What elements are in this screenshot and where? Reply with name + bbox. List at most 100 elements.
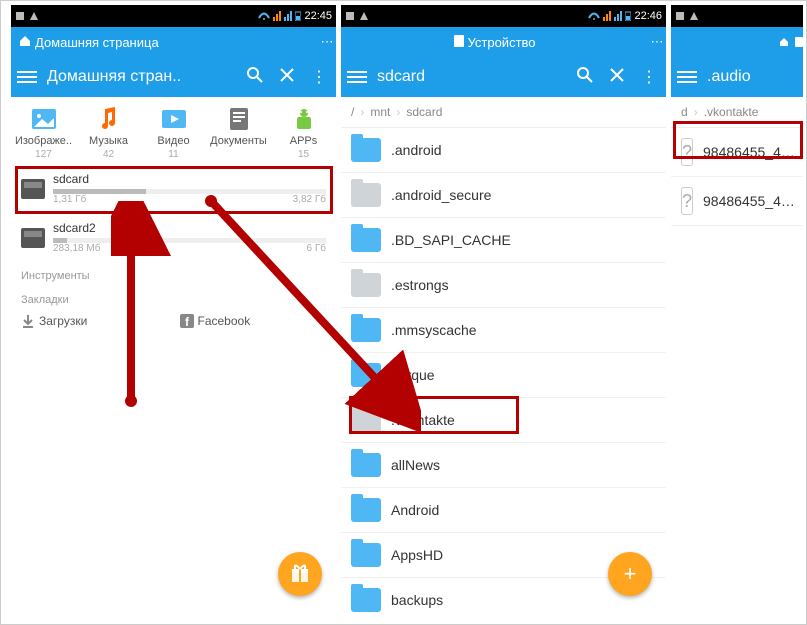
overflow-icon[interactable]: ⋮ [308,67,330,87]
storage-sdcard[interactable]: sdcard 1,31 Гб 3,82 Гб [11,164,336,213]
menu-icon[interactable] [17,71,37,83]
cat-video[interactable]: Видео 11 [141,105,206,160]
cat-count: 42 [76,149,141,160]
fab-add[interactable]: + [608,552,652,596]
folder-name: .BD_SAPI_CACHE [391,232,511,248]
crumb[interactable]: mnt [364,103,396,121]
cat-count: 15 [271,149,336,160]
page-title: Домашняя стран.. [47,68,234,86]
list-item[interactable]: .android [341,128,666,173]
page-title: .audio [707,68,797,86]
crumb[interactable]: / [345,103,360,121]
toolbar: sdcard ⋮ [341,57,666,97]
list-item[interactable]: .torque [341,353,666,398]
toolbar: .audio [671,57,803,97]
cat-label: APPs [271,135,336,147]
storage-name: sdcard2 [53,221,326,235]
crumb[interactable]: d [675,103,694,121]
folder-icon [351,363,381,387]
folder-icon [351,138,381,162]
storage-sdcard2[interactable]: sdcard2 283,18 Мб 6 Гб [11,213,336,262]
wifi-icon [258,11,270,21]
sdcard-icon [21,228,45,248]
list-item[interactable]: allNews [341,443,666,488]
folder-name: .torque [391,367,435,383]
device-icon [454,35,464,50]
home-icon [19,35,31,50]
folder-icon [351,543,381,567]
overflow-icon[interactable]: ⋮ [638,67,660,87]
tab-bar: Домашняя страница ⋯ [11,27,336,57]
section-tools: Инструменты [11,262,336,286]
cat-count: 11 [141,149,206,160]
sdcard-icon [21,179,45,199]
folder-name: backups [391,592,443,608]
crumb[interactable]: sdcard [400,103,448,121]
close-icon[interactable] [276,67,298,88]
fab-gift[interactable] [278,552,322,596]
toolbar: Домашняя стран.. ⋮ [11,57,336,97]
cat-apps[interactable]: APPs 15 [271,105,336,160]
folder-icon [351,273,381,297]
search-icon[interactable] [574,66,596,89]
breadcrumb: / › mnt › sdcard [341,97,666,128]
bookmark-downloads[interactable]: Загрузки [21,314,168,328]
cat-label: Музыка [76,135,141,147]
folder-icon [351,408,381,432]
folder-icon [351,318,381,342]
file-list: ?98486455_4… ?98486455_4… [671,128,803,226]
panel-audio: .audio d › .vkontakte ?98486455_4… ?9848… [671,5,803,618]
storage-used: 1,31 Гб [53,194,86,205]
list-item[interactable]: Android [341,488,666,533]
list-item[interactable]: ?98486455_4… [671,128,803,177]
device-icon [795,35,803,50]
search-icon[interactable] [244,66,266,89]
unknown-file-icon: ? [681,187,693,215]
close-icon[interactable] [606,67,628,88]
tab-label[interactable]: Устройство [468,35,536,50]
status-bar: 22:45 [11,5,336,27]
folder-icon [351,228,381,252]
category-row: Изображе.. 127 Музыка 42 Видео 11 Докуме… [11,97,336,164]
crumb[interactable]: .vkontakte [698,103,765,121]
tab-label[interactable]: Домашняя страница [35,35,318,50]
cat-music[interactable]: Музыка 42 [76,105,141,160]
storage-used: 283,18 Мб [53,243,100,254]
bookmark-label: Facebook [198,314,251,328]
list-item[interactable]: ?98486455_4… [671,177,803,226]
list-item[interactable]: .android_secure [341,173,666,218]
folder-name: .estrongs [391,277,449,293]
menu-icon[interactable] [677,71,697,83]
status-bar [671,5,803,27]
panel-home: 22:45 Домашняя страница ⋯ Домашняя стран… [11,5,336,618]
page-title: sdcard [377,68,564,86]
tab-more-icon[interactable]: ⋯ [318,34,336,50]
home-icon [779,35,789,50]
menu-icon[interactable] [347,71,367,83]
folder-icon [351,453,381,477]
breadcrumb: d › .vkontakte [671,97,803,128]
signal-icon [273,11,281,21]
list-item[interactable]: .vkontakte [341,398,666,443]
cat-count: 127 [11,149,76,160]
list-item[interactable]: .estrongs [341,263,666,308]
bookmark-label: Загрузки [39,314,87,328]
battery-icon [295,11,301,21]
folder-icon [351,588,381,612]
folder-name: .mmsyscache [391,322,477,338]
storage-total: 3,82 Гб [293,194,326,205]
tab-bar [671,27,803,57]
folder-name: .android_secure [391,187,491,203]
unknown-file-icon: ? [681,138,693,166]
bookmark-facebook[interactable]: f Facebook [180,314,327,328]
cat-docs[interactable]: Документы [206,105,271,160]
cat-label: Документы [206,135,271,147]
tab-bar: Устройство ⋯ [341,27,666,57]
list-item[interactable]: .mmsyscache [341,308,666,353]
panel-device: 22:46 Устройство ⋯ sdcard ⋮ / › [341,5,666,618]
cat-label: Изображе.. [11,135,76,147]
folder-name: .vkontakte [391,412,455,428]
list-item[interactable]: .BD_SAPI_CACHE [341,218,666,263]
cat-images[interactable]: Изображе.. 127 [11,105,76,160]
tab-more-icon[interactable]: ⋯ [648,34,666,50]
